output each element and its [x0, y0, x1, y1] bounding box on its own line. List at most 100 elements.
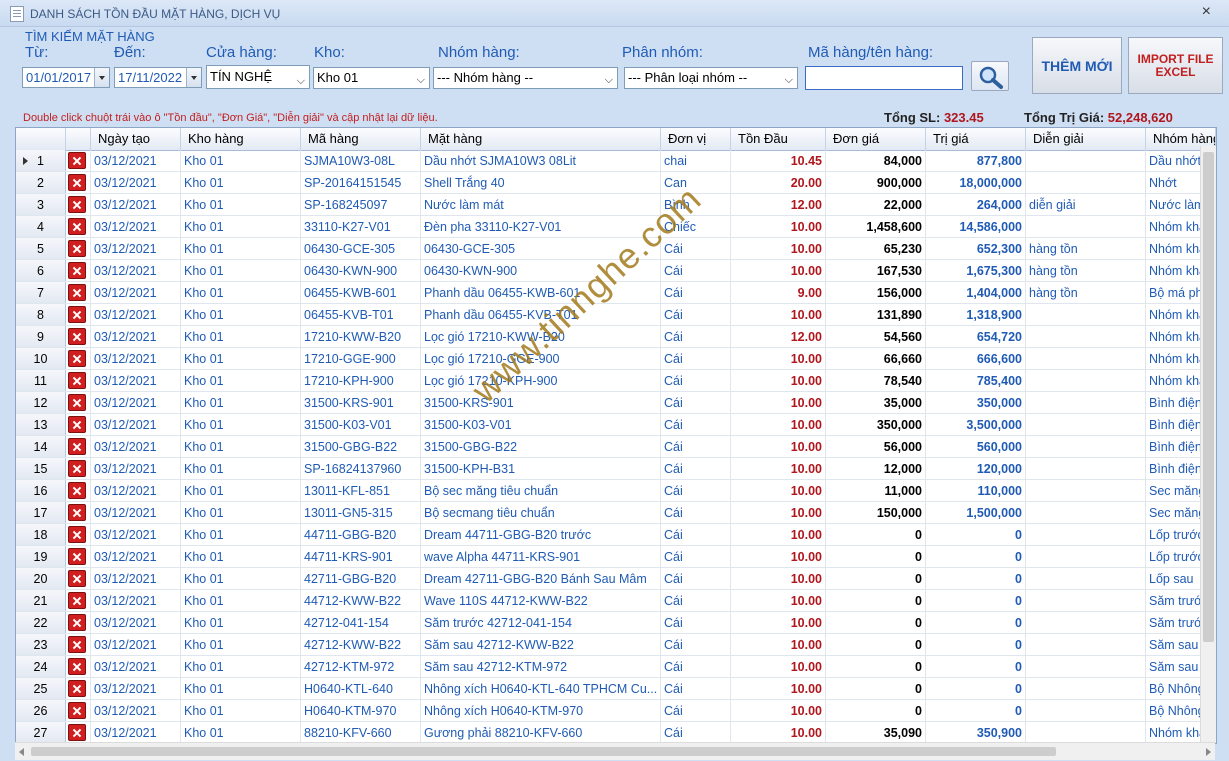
- table-row[interactable]: 24 03/12/2021 Kho 01 42712-KTM-972 Săm sau 4…: [16, 656, 1216, 678]
- from-date-picker[interactable]: 01/01/2017: [22, 67, 110, 88]
- row-number-cell[interactable]: 12: [16, 392, 66, 413]
- delete-icon[interactable]: [68, 284, 86, 301]
- delete-icon[interactable]: [68, 504, 86, 521]
- table-row[interactable]: 19 03/12/2021 Kho 01 44711-KRS-901 wave Alph…: [16, 546, 1216, 568]
- delete-icon[interactable]: [68, 240, 86, 257]
- table-row[interactable]: 21 03/12/2021 Kho 01 44712-KWW-B22 Wave 110S…: [16, 590, 1216, 612]
- delete-icon[interactable]: [68, 460, 86, 477]
- table-row[interactable]: 12 03/12/2021 Kho 01 31500-KRS-901 31500-KRS…: [16, 392, 1216, 414]
- row-number-cell[interactable]: 8: [16, 304, 66, 325]
- table-row[interactable]: 11 03/12/2021 Kho 01 17210-KPH-900 Lọc gió 1…: [16, 370, 1216, 392]
- table-row[interactable]: 15 03/12/2021 Kho 01 SP-16824137960 31500-KP…: [16, 458, 1216, 480]
- delete-icon[interactable]: [68, 306, 86, 323]
- row-number-cell[interactable]: 15: [16, 458, 66, 479]
- delete-icon[interactable]: [68, 724, 86, 741]
- close-icon[interactable]: ×: [1202, 3, 1211, 21]
- delete-icon[interactable]: [68, 680, 86, 697]
- delete-icon[interactable]: [68, 218, 86, 235]
- vertical-scrollbar[interactable]: [1200, 146, 1216, 742]
- delete-icon[interactable]: [68, 372, 86, 389]
- table-row[interactable]: 7 03/12/2021 Kho 01 06455-KWB-601 Phanh dầu …: [16, 282, 1216, 304]
- row-number-cell[interactable]: 6: [16, 260, 66, 281]
- row-number-cell[interactable]: 9: [16, 326, 66, 347]
- warehouse-select[interactable]: Kho 01 ⌵: [313, 67, 430, 89]
- delete-icon[interactable]: [68, 152, 86, 169]
- row-number-cell[interactable]: 16: [16, 480, 66, 501]
- column-header[interactable]: Trị giá: [926, 128, 1026, 150]
- add-new-button[interactable]: THÊM MỚI: [1032, 37, 1122, 94]
- delete-icon[interactable]: [68, 526, 86, 543]
- row-number-cell[interactable]: 4: [16, 216, 66, 237]
- column-header[interactable]: Mã hàng: [301, 128, 421, 150]
- column-header[interactable]: Đơn giá: [826, 128, 926, 150]
- row-number-cell[interactable]: 10: [16, 348, 66, 369]
- row-number-cell[interactable]: 24: [16, 656, 66, 677]
- row-number-cell[interactable]: 27: [16, 722, 66, 743]
- delete-icon[interactable]: [68, 548, 86, 565]
- row-number-cell[interactable]: 19: [16, 546, 66, 567]
- to-date-picker[interactable]: 17/11/2022: [114, 67, 202, 88]
- inventory-grid[interactable]: Ngày tạo Kho hàng Mã hàng Mặt hàng Đơn v…: [15, 127, 1217, 744]
- calendar-dropdown-icon[interactable]: [186, 68, 201, 87]
- table-row[interactable]: 17 03/12/2021 Kho 01 13011-GN5-315 Bộ secman…: [16, 502, 1216, 524]
- table-row[interactable]: 14 03/12/2021 Kho 01 31500-GBG-B22 31500-GBG…: [16, 436, 1216, 458]
- table-row[interactable]: 20 03/12/2021 Kho 01 42711-GBG-B20 Dream 427…: [16, 568, 1216, 590]
- column-header[interactable]: Đơn vị: [661, 128, 731, 150]
- delete-icon[interactable]: [68, 592, 86, 609]
- scroll-left-icon[interactable]: [19, 748, 24, 756]
- select-all-corner[interactable]: [16, 128, 66, 150]
- row-number-cell[interactable]: 3: [16, 194, 66, 215]
- row-number-cell[interactable]: 26: [16, 700, 66, 721]
- import-excel-button[interactable]: IMPORT FILE EXCEL: [1128, 37, 1223, 94]
- table-row[interactable]: 13 03/12/2021 Kho 01 31500-K03-V01 31500-K03…: [16, 414, 1216, 436]
- table-row[interactable]: 6 03/12/2021 Kho 01 06430-KWN-900 06430-KWN-…: [16, 260, 1216, 282]
- delete-icon[interactable]: [68, 636, 86, 653]
- table-row[interactable]: 16 03/12/2021 Kho 01 13011-KFL-851 Bộ sec mă…: [16, 480, 1216, 502]
- row-number-cell[interactable]: 5: [16, 238, 66, 259]
- delete-icon[interactable]: [68, 658, 86, 675]
- delete-icon[interactable]: [68, 614, 86, 631]
- column-header[interactable]: Kho hàng: [181, 128, 301, 150]
- table-row[interactable]: 22 03/12/2021 Kho 01 42712-041-154 Săm trước…: [16, 612, 1216, 634]
- column-header[interactable]: Diễn giải: [1026, 128, 1146, 150]
- row-number-cell[interactable]: 22: [16, 612, 66, 633]
- delete-icon[interactable]: [68, 174, 86, 191]
- table-row[interactable]: 18 03/12/2021 Kho 01 44711-GBG-B20 Dream 447…: [16, 524, 1216, 546]
- table-row[interactable]: 10 03/12/2021 Kho 01 17210-GGE-900 Lọc gió 1…: [16, 348, 1216, 370]
- row-number-cell[interactable]: 25: [16, 678, 66, 699]
- table-row[interactable]: 4 03/12/2021 Kho 01 33110-K27-V01 Đèn pha 33…: [16, 216, 1216, 238]
- delete-icon[interactable]: [68, 262, 86, 279]
- subgroup-select[interactable]: --- Phân loại nhóm -- ⌵: [624, 67, 798, 89]
- scrollbar-thumb[interactable]: [31, 747, 1056, 756]
- row-number-cell[interactable]: 20: [16, 568, 66, 589]
- table-row[interactable]: 23 03/12/2021 Kho 01 42712-KWW-B22 Săm sau 4…: [16, 634, 1216, 656]
- delete-icon[interactable]: [68, 702, 86, 719]
- row-number-cell[interactable]: 17: [16, 502, 66, 523]
- table-row[interactable]: 26 03/12/2021 Kho 01 H0640-KTM-970 Nhông xíc…: [16, 700, 1216, 722]
- delete-icon[interactable]: [68, 196, 86, 213]
- store-select[interactable]: TÍN NGHỆ ⌵: [206, 65, 310, 89]
- delete-icon[interactable]: [68, 350, 86, 367]
- row-number-cell[interactable]: 14: [16, 436, 66, 457]
- row-number-cell[interactable]: 1: [16, 150, 66, 171]
- horizontal-scrollbar[interactable]: [15, 742, 1215, 760]
- search-button[interactable]: [971, 61, 1009, 91]
- row-number-cell[interactable]: 11: [16, 370, 66, 391]
- delete-icon[interactable]: [68, 394, 86, 411]
- calendar-dropdown-icon[interactable]: [94, 68, 109, 87]
- table-row[interactable]: 2 03/12/2021 Kho 01 SP-20164151545 Shell Trắ…: [16, 172, 1216, 194]
- scroll-right-icon[interactable]: [1206, 748, 1211, 756]
- delete-icon[interactable]: [68, 416, 86, 433]
- table-row[interactable]: 5 03/12/2021 Kho 01 06430-GCE-305 06430-GCE-…: [16, 238, 1216, 260]
- table-row[interactable]: 27 03/12/2021 Kho 01 88210-KFV-660 Gương phả…: [16, 722, 1216, 743]
- row-number-cell[interactable]: 21: [16, 590, 66, 611]
- table-row[interactable]: 25 03/12/2021 Kho 01 H0640-KTL-640 Nhông xíc…: [16, 678, 1216, 700]
- row-number-cell[interactable]: 13: [16, 414, 66, 435]
- table-row[interactable]: 3 03/12/2021 Kho 01 SP-168245097 Nước làm má…: [16, 194, 1216, 216]
- row-number-cell[interactable]: 18: [16, 524, 66, 545]
- table-row[interactable]: 9 03/12/2021 Kho 01 17210-KWW-B20 Lọc gió 17…: [16, 326, 1216, 348]
- row-number-cell[interactable]: 7: [16, 282, 66, 303]
- row-number-cell[interactable]: 2: [16, 172, 66, 193]
- table-row[interactable]: 8 03/12/2021 Kho 01 06455-KVB-T01 Phanh dầu …: [16, 304, 1216, 326]
- delete-icon[interactable]: [68, 328, 86, 345]
